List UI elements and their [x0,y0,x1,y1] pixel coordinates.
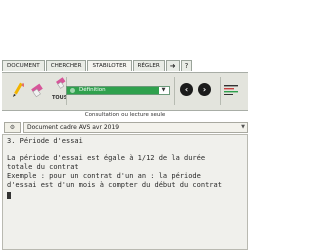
pencil-icon[interactable] [10,81,24,99]
tab-stabiloter[interactable]: STABILOTER [87,60,132,71]
highlight-color-icon [70,88,75,93]
section-heading: 3. Période d'essai [7,137,83,145]
eraser-icon[interactable] [30,81,44,99]
book-gear-icon[interactable]: ⚙ [4,122,21,133]
previous-arrow-icon[interactable]: ‹ [180,83,193,96]
stabilo-category-value: Définition [67,87,159,94]
main-tabs: DOCUMENT CHERCHER STABILOTER RÉGLER ➜ ? [2,60,193,72]
content-line: Exemple : pour un contrat d'un an : la p… [7,172,201,180]
text-lines-icon[interactable] [224,85,238,95]
tab-regler[interactable]: RÉGLER [132,60,165,71]
text-cursor [7,191,11,199]
consultation-mode-label: Consultation ou lecture seule [84,112,166,118]
content-line: La période d'essai est égale à 1/12 de l… [7,154,206,162]
tab-chercher[interactable]: CHERCHER [45,60,87,71]
document-select[interactable]: Document cadre AVS avr 2019 ▼ [23,122,248,133]
chevron-down-icon[interactable]: ▼ [159,87,168,94]
tab-exit-arrow[interactable]: ➜ [165,60,180,71]
toolbar-divider [220,77,221,105]
document-content[interactable]: 3. Période d'essai La période d'essai es… [2,134,248,250]
content-line: totale du contrat [7,163,79,171]
content-line: d'essai est d'un mois à compter du début… [7,181,222,189]
chevron-down-icon[interactable]: ▼ [241,123,245,132]
toolbar-divider [174,77,175,105]
next-arrow-icon[interactable]: › [198,83,211,96]
document-select-value: Document cadre AVS avr 2019 [27,124,120,131]
tab-help[interactable]: ? [180,60,193,71]
tab-document[interactable]: DOCUMENT [2,60,45,71]
document-selector-row: ⚙ Document cadre AVS avr 2019 ▼ [2,122,248,134]
stabilo-category-select[interactable]: Définition ▼ [66,86,170,95]
